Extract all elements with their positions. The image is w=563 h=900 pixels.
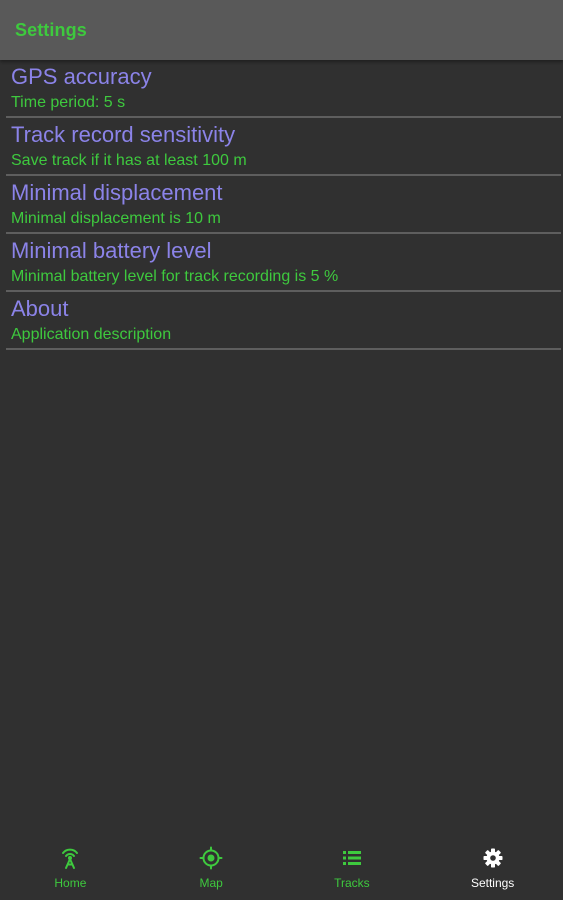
setting-title: Minimal displacement (11, 180, 223, 205)
settings-screen: Settings GPS accuracy Time period: 5 s T… (0, 0, 563, 900)
setting-title: Track record sensitivity (11, 122, 236, 147)
location-target-icon (199, 846, 223, 870)
nav-item-home[interactable]: Home (0, 844, 141, 900)
setting-minimal-battery-level[interactable]: Minimal battery level Minimal battery le… (6, 234, 561, 292)
list-icon (342, 851, 361, 865)
settings-list: GPS accuracy Time period: 5 s Track reco… (6, 60, 561, 350)
setting-title: Minimal battery level (11, 238, 212, 263)
page-title: Settings (15, 19, 87, 40)
setting-track-record-sensitivity[interactable]: Track record sensitivity Save track if i… (6, 118, 561, 176)
setting-summary: Minimal displacement is 10 m (11, 210, 221, 227)
setting-title: GPS accuracy (11, 64, 152, 89)
gear-icon (483, 848, 503, 868)
setting-summary: Save track if it has at least 100 m (11, 152, 247, 169)
nav-label: Map (199, 876, 223, 890)
nav-label: Home (54, 876, 87, 890)
bottom-navigation: Home Map Tracks Settings (0, 844, 563, 900)
setting-gps-accuracy[interactable]: GPS accuracy Time period: 5 s (6, 60, 561, 118)
nav-label: Tracks (334, 876, 370, 890)
antenna-icon (62, 848, 79, 869)
nav-item-settings[interactable]: Settings (422, 844, 563, 900)
app-bar: Settings (0, 0, 563, 60)
setting-summary: Application description (11, 326, 172, 343)
nav-item-map[interactable]: Map (141, 844, 282, 900)
setting-summary: Time period: 5 s (11, 94, 126, 111)
setting-title: About (11, 296, 69, 321)
setting-about[interactable]: About Application description (6, 292, 561, 350)
nav-item-tracks[interactable]: Tracks (282, 844, 423, 900)
setting-summary: Minimal battery level for track recordin… (11, 268, 339, 285)
setting-minimal-displacement[interactable]: Minimal displacement Minimal displacemen… (6, 176, 561, 234)
nav-label: Settings (470, 876, 515, 890)
